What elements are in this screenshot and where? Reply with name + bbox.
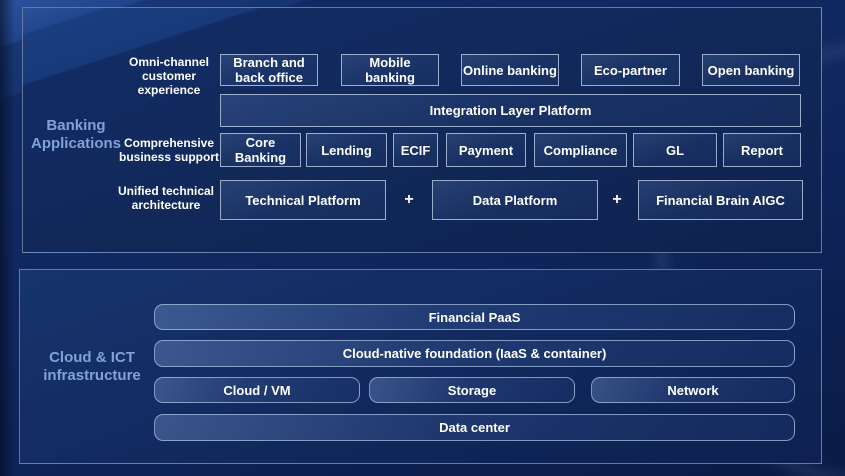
box-branch-back-office: Branch and back office: [220, 54, 318, 86]
integration-layer-platform-bar: Integration Layer Platform: [220, 94, 801, 127]
omni-channel-row-label: Omni-channel customer experience: [114, 55, 224, 97]
bar-financial-paas: Financial PaaS: [154, 304, 795, 330]
plus-sign-2: +: [607, 180, 627, 220]
box-technical-platform: Technical Platform: [220, 180, 386, 220]
box-data-platform: Data Platform: [432, 180, 598, 220]
box-eco-partner: Eco-partner: [581, 54, 680, 86]
box-ecif: ECIF: [393, 133, 438, 167]
box-core-banking: Core Banking: [220, 133, 301, 167]
banking-applications-panel: Banking Applications Omni-channel custom…: [22, 7, 822, 253]
box-compliance: Compliance: [534, 133, 627, 167]
business-support-row-label: Comprehensive business support: [114, 136, 224, 164]
box-mobile-banking: Mobile banking: [341, 54, 439, 86]
box-report: Report: [723, 133, 801, 167]
box-online-banking: Online banking: [461, 54, 559, 86]
box-financial-brain-aigc: Financial Brain AIGC: [638, 180, 803, 220]
box-gl: GL: [633, 133, 717, 167]
technical-architecture-row-label: Unified technical architecture: [111, 184, 221, 212]
cloud-ict-panel: Cloud & ICT infrastructure Financial Paa…: [19, 269, 822, 464]
cloud-ict-label: Cloud & ICT infrastructure: [32, 349, 152, 385]
box-open-banking: Open banking: [702, 54, 800, 86]
box-lending: Lending: [306, 133, 387, 167]
box-payment: Payment: [446, 133, 526, 167]
architecture-diagram: Banking Applications Omni-channel custom…: [0, 0, 845, 476]
box-storage: Storage: [369, 377, 575, 403]
plus-sign-1: +: [399, 180, 419, 220]
bar-data-center: Data center: [154, 414, 795, 441]
box-network: Network: [591, 377, 795, 403]
box-cloud-vm: Cloud / VM: [154, 377, 360, 403]
bar-cloud-native-foundation: Cloud-native foundation (IaaS & containe…: [154, 340, 795, 367]
